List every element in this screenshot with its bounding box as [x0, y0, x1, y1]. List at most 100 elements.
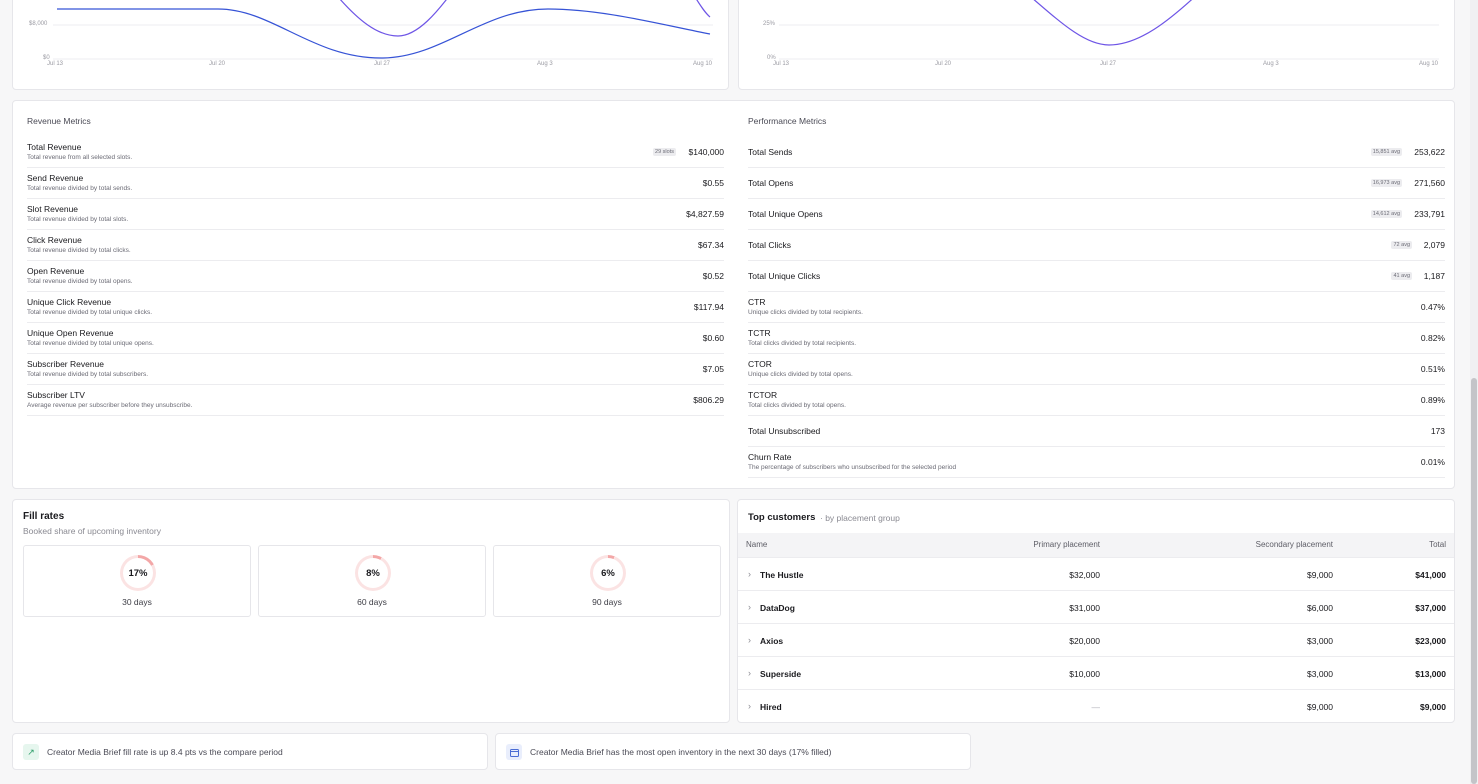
metric-description: Total revenue divided by total opens.: [27, 278, 133, 285]
metric-row: TCTOR Total clicks divided by total opens…: [748, 385, 1445, 416]
fill-rate-ring: 6%: [590, 555, 626, 591]
insight-text: Creator Media Brief fill rate is up 8.4 …: [47, 747, 283, 757]
chevron-right-icon[interactable]: ›: [748, 668, 751, 678]
metric-value: 271,560: [1414, 178, 1445, 188]
total-cell: $37,000: [1415, 603, 1446, 613]
revenue-metrics-title: Revenue Metrics: [27, 116, 91, 126]
y-tick: $8,000: [29, 21, 48, 27]
insight-card-fill-rate[interactable]: ↗ Creator Media Brief fill rate is up 8.…: [12, 733, 488, 770]
metric-label: TCTOR: [748, 390, 778, 400]
calendar-icon: [506, 744, 522, 760]
insight-card-open-inventory[interactable]: Creator Media Brief has the most open in…: [495, 733, 971, 770]
metric-label: Total Unique Clicks: [748, 271, 821, 281]
metric-label: Send Revenue: [27, 173, 84, 183]
x-tick: Jul 27: [374, 61, 391, 67]
table-row[interactable]: › Hired — $9,000 $9,000: [738, 689, 1454, 722]
metric-label: Total Unsubscribed: [748, 426, 821, 436]
vertical-scrollbar[interactable]: [1470, 0, 1478, 784]
x-tick: Aug 10: [693, 61, 713, 67]
metric-value: 233,791: [1414, 209, 1445, 219]
metric-value: 0.01%: [1420, 457, 1445, 467]
performance-metrics-title: Performance Metrics: [748, 116, 827, 126]
fill-rate-period: 60 days: [357, 597, 387, 607]
metric-row: Total Sends 253,622 15,851 avg: [748, 137, 1445, 168]
fill-rate-card-90[interactable]: 6% 90 days: [493, 545, 721, 617]
chevron-right-icon[interactable]: ›: [748, 602, 751, 612]
table-row[interactable]: › The Hustle $32,000 $9,000 $41,000: [738, 557, 1454, 590]
metric-chip: 29 slots: [653, 148, 676, 156]
chevron-right-icon[interactable]: ›: [748, 701, 751, 711]
primary-placement-cell: $32,000: [1069, 570, 1100, 580]
metric-chip: 41 avg: [1391, 272, 1412, 280]
metric-label: Total Revenue: [27, 142, 82, 152]
metric-value: $117.94: [693, 302, 724, 312]
metric-description: Total revenue divided by total subscribe…: [27, 371, 149, 378]
metric-label: Slot Revenue: [27, 204, 79, 214]
metric-description: Average revenue per subscriber before th…: [27, 402, 193, 409]
performance-metrics-list: Total Sends 253,622 15,851 avg Total Opens 2…: [734, 137, 1455, 482]
fill-rate-period: 30 days: [122, 597, 152, 607]
metric-row: Total Unsubscribed 173: [748, 416, 1445, 447]
metric-row: Total Unique Opens 233,791 14,612 avg: [748, 199, 1445, 230]
metric-description: Total clicks divided by total recipients…: [748, 340, 857, 347]
x-tick: Jul 20: [935, 61, 952, 67]
column-header-primary[interactable]: Primary placement: [1033, 540, 1100, 549]
metric-label: TCTR: [748, 328, 771, 338]
table-row[interactable]: › DataDog $31,000 $6,000 $37,000: [738, 590, 1454, 623]
metric-description: Total revenue from all selected slots.: [27, 154, 133, 161]
metric-description: Total revenue divided by total sends.: [27, 185, 133, 192]
customer-name: Axios: [760, 636, 784, 646]
column-header-name[interactable]: Name: [746, 540, 767, 549]
metric-value: $7.05: [702, 364, 724, 374]
x-tick: Aug 3: [537, 61, 553, 67]
metric-row: Subscriber Revenue Total revenue divided …: [27, 354, 724, 385]
fill-rate-card-60[interactable]: 8% 60 days: [258, 545, 486, 617]
secondary-placement-cell: $9,000: [1307, 570, 1333, 580]
revenue-line-chart: [53, 0, 713, 60]
total-cell: $13,000: [1415, 669, 1446, 679]
total-cell: $9,000: [1420, 702, 1446, 712]
chevron-right-icon[interactable]: ›: [748, 569, 751, 579]
column-header-secondary[interactable]: Secondary placement: [1256, 540, 1333, 549]
metric-label: Open Revenue: [27, 266, 85, 276]
metric-label: CTR: [748, 297, 766, 307]
fill-rate-ring: 8%: [355, 555, 391, 591]
metric-value: $0.55: [702, 178, 724, 188]
metric-row: Send Revenue Total revenue divided by tot…: [27, 168, 724, 199]
insight-text: Creator Media Brief has the most open in…: [530, 747, 832, 757]
top-customers-title: Top customers: [748, 512, 816, 523]
metric-row: Total Unique Clicks 1,187 41 avg: [748, 261, 1445, 292]
x-tick: Aug 10: [1419, 61, 1439, 67]
metric-label: Total Opens: [748, 178, 794, 188]
metric-row: Unique Open Revenue Total revenue divided…: [27, 323, 724, 354]
table-row[interactable]: › Axios $20,000 $3,000 $23,000: [738, 623, 1454, 656]
secondary-placement-cell: $9,000: [1307, 702, 1333, 712]
metric-description: Total revenue divided by total slots.: [27, 216, 129, 223]
metric-row: TCTR Total clicks divided by total recipi…: [748, 323, 1445, 354]
metric-label: Click Revenue: [27, 235, 82, 245]
metric-row: Click Revenue Total revenue divided by to…: [27, 230, 724, 261]
metric-label: Churn Rate: [748, 452, 792, 462]
rate-line-chart: [779, 0, 1439, 60]
metric-value: 0.51%: [1420, 364, 1445, 374]
metric-description: Unique clicks divided by total recipient…: [748, 309, 863, 316]
metric-value: $4,827.59: [686, 209, 724, 219]
column-header-total[interactable]: Total: [1429, 540, 1446, 549]
x-tick: Aug 3: [1263, 61, 1279, 67]
metric-description: Total revenue divided by total clicks.: [27, 247, 131, 254]
fill-rates-title: Fill rates: [23, 511, 65, 522]
table-row[interactable]: › Superside $10,000 $3,000 $13,000: [738, 656, 1454, 689]
metric-label: CTOR: [748, 359, 772, 369]
secondary-placement-cell: $3,000: [1307, 636, 1333, 646]
x-tick: Jul 20: [209, 61, 226, 67]
scrollbar-thumb[interactable]: [1471, 378, 1477, 784]
chevron-right-icon[interactable]: ›: [748, 635, 751, 645]
metric-description: Total clicks divided by total opens.: [748, 402, 846, 409]
fill-rate-card-30[interactable]: 17% 30 days: [23, 545, 251, 617]
metric-value: $67.34: [698, 240, 724, 250]
metric-chip: 15,851 avg: [1370, 148, 1402, 156]
metric-value: $140,000: [688, 147, 724, 157]
x-tick: Jul 13: [773, 61, 790, 67]
primary-placement-cell: $10,000: [1069, 669, 1100, 679]
fill-rates-subtitle: Booked share of upcoming inventory: [23, 526, 161, 536]
